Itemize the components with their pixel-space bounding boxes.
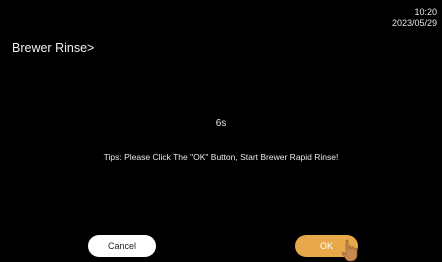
ok-button-label: OK bbox=[319, 241, 333, 251]
hand-pointer-icon bbox=[341, 239, 358, 262]
countdown-timer: 6s bbox=[215, 118, 227, 129]
cancel-button-label: Cancel bbox=[107, 241, 136, 251]
clock-time: 10:20 bbox=[414, 7, 437, 17]
cancel-button[interactable]: Cancel bbox=[88, 235, 156, 257]
status-clock: 10:20 2023/05/29 bbox=[392, 7, 437, 29]
page-title[interactable]: Brewer Rinse> bbox=[12, 41, 94, 55]
clock-date: 2023/05/29 bbox=[391, 18, 437, 28]
tips-message: Tips: Please Click The "OK" Button, Star… bbox=[103, 152, 339, 162]
